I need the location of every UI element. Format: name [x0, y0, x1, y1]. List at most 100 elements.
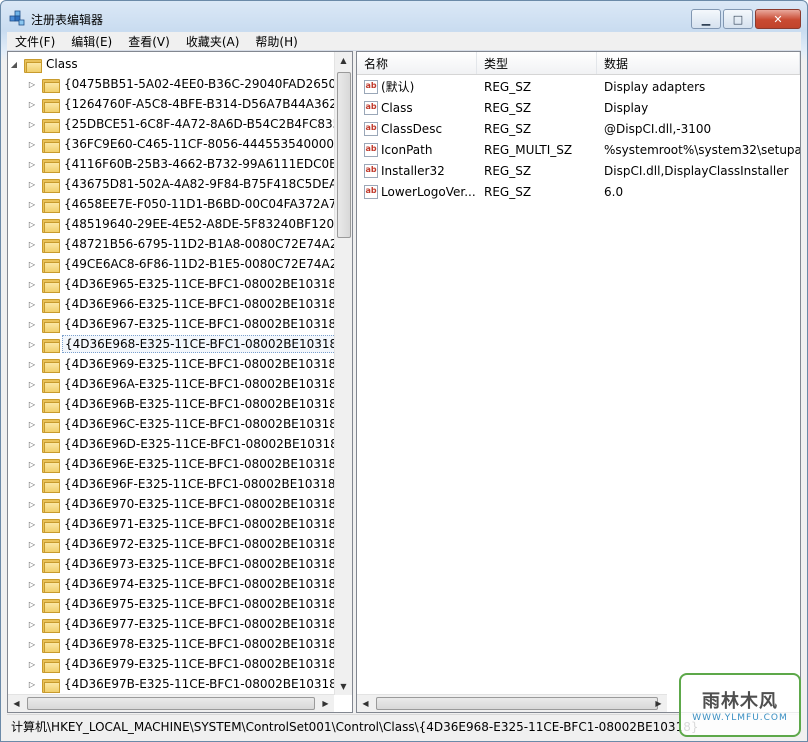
tree-item[interactable]: ▷ {4D36E979-E325-11CE-BFC1-08002BE10318} — [26, 654, 352, 674]
tree-item[interactable]: ▷ {4D36E972-E325-11CE-BFC1-08002BE10318} — [26, 534, 352, 554]
tree-expand-icon[interactable]: ▷ — [26, 578, 38, 590]
tree-expand-icon[interactable]: ▷ — [26, 278, 38, 290]
tree-expand-icon[interactable]: ▷ — [26, 658, 38, 670]
tree-expand-icon[interactable]: ▷ — [26, 138, 38, 150]
tree-item[interactable]: ▷ {25DBCE51-6C8F-4A72-8A6D-B54C2B4FC835} — [26, 114, 352, 134]
tree-item[interactable]: ▷ {4116F60B-25B3-4662-B732-99A6111EDC0B} — [26, 154, 352, 174]
close-button[interactable]: ✕ — [755, 9, 801, 29]
tree-expand-icon[interactable]: ▷ — [26, 498, 38, 510]
tree-expand-icon[interactable]: ▷ — [26, 518, 38, 530]
tree-expand-icon[interactable]: ▷ — [26, 398, 38, 410]
tree-expand-icon[interactable]: ▷ — [26, 178, 38, 190]
tree-item[interactable]: ▷ {36FC9E60-C465-11CF-8056-444553540000} — [26, 134, 352, 154]
scroll-up-arrow-icon[interactable]: ▲ — [335, 52, 352, 69]
title-bar[interactable]: 注册表编辑器 ▁ □ ✕ — [1, 1, 807, 33]
tree-item[interactable]: ▷ {4D36E978-E325-11CE-BFC1-08002BE10318} — [26, 634, 352, 654]
menu-edit[interactable]: 编辑(E) — [63, 33, 120, 50]
tree-hscroll-thumb[interactable] — [27, 697, 315, 710]
minimize-button[interactable]: ▁ — [691, 9, 721, 29]
tree-item[interactable]: ▷ {4D36E965-E325-11CE-BFC1-08002BE10318} — [26, 274, 352, 294]
tree-item[interactable]: ▷ {4D36E96E-E325-11CE-BFC1-08002BE10318} — [26, 454, 352, 474]
column-data[interactable]: 数据 — [597, 52, 800, 74]
scroll-left-arrow-icon[interactable]: ◀ — [8, 695, 25, 712]
tree-expand-icon[interactable]: ▷ — [26, 438, 38, 450]
tree-item[interactable]: ▷ {4D36E974-E325-11CE-BFC1-08002BE10318} — [26, 574, 352, 594]
tree-expand-icon[interactable]: ▷ — [26, 358, 38, 370]
maximize-button[interactable]: □ — [723, 9, 753, 29]
values-list-pane[interactable]: 名称 类型 数据 ab (默认) REG_SZ Display adapters ab C… — [356, 51, 801, 713]
tree-expand-icon[interactable]: ▷ — [26, 378, 38, 390]
value-row[interactable]: ab LowerLogoVer... REG_SZ 6.0 — [357, 181, 800, 202]
tree-expand-icon[interactable]: ▷ — [26, 558, 38, 570]
tree-item[interactable]: ▷ {4D36E966-E325-11CE-BFC1-08002BE10318} — [26, 294, 352, 314]
tree-vertical-scrollbar[interactable]: ▲ ▼ — [334, 52, 352, 695]
list-horizontal-scrollbar[interactable]: ◀ ▶ — [357, 694, 667, 712]
tree-item-label: {49CE6AC8-6F86-11D2-B1E5-0080C72E74A2} — [64, 257, 345, 271]
tree-item[interactable]: ▷ {4D36E96A-E325-11CE-BFC1-08002BE10318} — [26, 374, 352, 394]
tree-expand-icon[interactable]: ▷ — [26, 318, 38, 330]
tree-expand-icon[interactable]: ▷ — [26, 218, 38, 230]
tree-item[interactable]: ▷ {48721B56-6795-11D2-B1A8-0080C72E74A2} — [26, 234, 352, 254]
tree-item[interactable]: ▷ {4D36E96F-E325-11CE-BFC1-08002BE10318} — [26, 474, 352, 494]
scroll-down-arrow-icon[interactable]: ▼ — [335, 678, 352, 695]
tree-item[interactable]: ▷ {4D36E971-E325-11CE-BFC1-08002BE10318} — [26, 514, 352, 534]
column-name[interactable]: 名称 — [357, 52, 477, 74]
tree-expand-icon[interactable]: ▷ — [26, 298, 38, 310]
tree-expand-icon[interactable]: ▷ — [26, 478, 38, 490]
folder-icon — [42, 78, 60, 93]
tree-expand-icon[interactable]: ▷ — [26, 258, 38, 270]
tree-item-label: {4D36E96F-E325-11CE-BFC1-08002BE10318} — [64, 477, 344, 491]
tree-root-class[interactable]: ◢ Class — [8, 54, 338, 74]
tree-expand-icon[interactable]: ▷ — [26, 158, 38, 170]
tree-item[interactable]: ▷ {4D36E973-E325-11CE-BFC1-08002BE10318} — [26, 554, 352, 574]
tree-expand-icon[interactable]: ▷ — [26, 78, 38, 90]
list-scroll-right-arrow-icon[interactable]: ▶ — [650, 695, 667, 712]
list-scroll-left-arrow-icon[interactable]: ◀ — [357, 695, 374, 712]
tree-item[interactable]: ▷ {4658EE7E-F050-11D1-B6BD-00C04FA372A7} — [26, 194, 352, 214]
tree-expand-icon[interactable]: ▷ — [26, 458, 38, 470]
tree-item[interactable]: ▷ {4D36E97B-E325-11CE-BFC1-08002BE10318} — [26, 674, 352, 694]
tree-item[interactable]: ▷ {4D36E968-E325-11CE-BFC1-08002BE10318} — [26, 334, 352, 354]
registry-tree-pane[interactable]: ◢ Class ▷ {0475BB51-5A02-4EE0-B36C-29040FAD… — [7, 51, 353, 713]
list-hscroll-thumb[interactable] — [376, 697, 658, 710]
tree-item[interactable]: ▷ {48519640-29EE-4E52-A8DE-5F83240BF120} — [26, 214, 352, 234]
tree-expand-icon[interactable]: ▷ — [26, 238, 38, 250]
menu-favorites[interactable]: 收藏夹(A) — [178, 33, 248, 50]
tree-expand-icon[interactable]: ▷ — [26, 638, 38, 650]
tree-expand-icon[interactable]: ▷ — [26, 118, 38, 130]
tree-expand-icon[interactable]: ▷ — [26, 598, 38, 610]
tree-expand-icon[interactable]: ▷ — [26, 198, 38, 210]
tree-item[interactable]: ▷ {4D36E977-E325-11CE-BFC1-08002BE10318} — [26, 614, 352, 634]
tree-item[interactable]: ▷ {1264760F-A5C8-4BFE-B314-D56A7B44A362} — [26, 94, 352, 114]
tree-expand-icon[interactable]: ▷ — [26, 338, 38, 350]
scroll-right-arrow-icon[interactable]: ▶ — [317, 695, 334, 712]
tree-item[interactable]: ▷ {4D36E96C-E325-11CE-BFC1-08002BE10318} — [26, 414, 352, 434]
tree-collapse-icon[interactable]: ◢ — [8, 58, 20, 70]
menu-file[interactable]: 文件(F) — [7, 33, 63, 50]
tree-scroll-thumb[interactable] — [337, 72, 351, 238]
tree-expand-icon[interactable]: ▷ — [26, 538, 38, 550]
menu-help[interactable]: 帮助(H) — [247, 33, 305, 50]
tree-item[interactable]: ▷ {4D36E96D-E325-11CE-BFC1-08002BE10318} — [26, 434, 352, 454]
value-row[interactable]: ab (默认) REG_SZ Display adapters — [357, 76, 800, 97]
tree-expand-icon[interactable]: ▷ — [26, 98, 38, 110]
tree-item[interactable]: ▷ {43675D81-502A-4A82-9F84-B75F418C5DEA} — [26, 174, 352, 194]
tree-item[interactable]: ▷ {49CE6AC8-6F86-11D2-B1E5-0080C72E74A2} — [26, 254, 352, 274]
tree-item[interactable]: ▷ {4D36E970-E325-11CE-BFC1-08002BE10318} — [26, 494, 352, 514]
value-row[interactable]: ab ClassDesc REG_SZ @DispCI.dll,-3100 — [357, 118, 800, 139]
tree-item-label: {36FC9E60-C465-11CF-8056-444553540000} — [64, 137, 342, 151]
value-row[interactable]: ab IconPath REG_MULTI_SZ %systemroot%\syste… — [357, 139, 800, 160]
column-type[interactable]: 类型 — [477, 52, 597, 74]
value-row[interactable]: ab Class REG_SZ Display — [357, 97, 800, 118]
tree-expand-icon[interactable]: ▷ — [26, 418, 38, 430]
tree-item[interactable]: ▷ {0475BB51-5A02-4EE0-B36C-29040FAD2650} — [26, 74, 352, 94]
tree-item[interactable]: ▷ {4D36E967-E325-11CE-BFC1-08002BE10318} — [26, 314, 352, 334]
tree-expand-icon[interactable]: ▷ — [26, 618, 38, 630]
menu-view[interactable]: 查看(V) — [120, 33, 178, 50]
value-row[interactable]: ab Installer32 REG_SZ DispCI.dll,DisplayCla… — [357, 160, 800, 181]
tree-item[interactable]: ▷ {4D36E969-E325-11CE-BFC1-08002BE10318} — [26, 354, 352, 374]
tree-expand-icon[interactable]: ▷ — [26, 678, 38, 690]
tree-item[interactable]: ▷ {4D36E96B-E325-11CE-BFC1-08002BE10318} — [26, 394, 352, 414]
tree-item[interactable]: ▷ {4D36E975-E325-11CE-BFC1-08002BE10318} — [26, 594, 352, 614]
tree-horizontal-scrollbar[interactable]: ◀ ▶ — [8, 694, 334, 712]
